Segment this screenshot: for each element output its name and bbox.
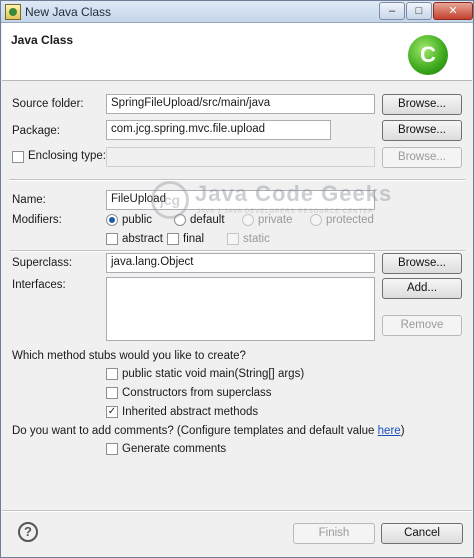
static-checkbox-label: static (243, 233, 270, 245)
final-checkbox[interactable] (167, 233, 179, 245)
enclosing-type-checkbox[interactable] (12, 151, 24, 163)
constructors-label: Constructors from superclass (122, 387, 272, 399)
modifiers-label: Modifiers: (12, 214, 62, 226)
close-button[interactable]: ✕ (433, 2, 473, 20)
maximize-button[interactable]: □ (406, 2, 432, 20)
interfaces-list[interactable] (106, 277, 375, 341)
main-method-label: public static void main(String[] args) (122, 368, 305, 380)
watermark-logo: jcg (151, 181, 189, 219)
add-interface-button[interactable]: Add... (382, 278, 462, 299)
watermark-text: Java Code Geeks (195, 181, 393, 206)
comments-question: Do you want to add comments? (Configure … (12, 425, 405, 437)
public-radio[interactable] (106, 214, 118, 226)
abstract-checkbox[interactable] (106, 233, 118, 245)
watermark: jcg Java Code Geeks JAVA 2 JAVA DEVELOPE… (151, 181, 391, 223)
footer-separator (2, 510, 472, 512)
superclass-input[interactable]: java.lang.Object (106, 253, 375, 273)
title-bar: New Java Class – □ ✕ (1, 1, 473, 23)
finish-button: Finish (293, 523, 375, 544)
window-title: New Java Class (25, 5, 112, 19)
inherited-methods-checkbox[interactable]: ✓ (106, 406, 118, 418)
package-label: Package: (12, 125, 60, 137)
main-method-checkbox[interactable] (106, 368, 118, 380)
source-folder-input[interactable]: SpringFileUpload/src/main/java (106, 94, 375, 114)
banner-title: Java Class (11, 33, 74, 47)
cancel-button[interactable]: Cancel (381, 523, 463, 544)
abstract-checkbox-label: abstract (122, 233, 163, 245)
constructors-checkbox[interactable] (106, 387, 118, 399)
package-browse-button[interactable]: Browse... (382, 120, 462, 141)
java-class-logo-icon: C (408, 35, 448, 75)
separator (9, 250, 465, 252)
watermark-subtext: JAVA 2 JAVA DEVELOPERS RESOURCE CENTER (197, 209, 374, 215)
superclass-label: Superclass: (12, 257, 73, 269)
dialog-icon (5, 4, 21, 20)
help-icon[interactable]: ? (18, 522, 38, 542)
remove-interface-button: Remove (382, 315, 462, 336)
enclosing-type-label: Enclosing type: (28, 150, 106, 162)
name-label: Name: (12, 194, 46, 206)
method-stubs-question: Which method stubs would you like to cre… (12, 350, 246, 362)
generate-comments-checkbox[interactable] (106, 443, 118, 455)
superclass-browse-button[interactable]: Browse... (382, 253, 462, 274)
source-folder-label: Source folder: (12, 98, 84, 110)
public-radio-label: public (122, 214, 153, 226)
static-checkbox (227, 233, 239, 245)
package-input[interactable]: com.jcg.spring.mvc.file.upload (106, 120, 331, 140)
final-checkbox-label: final (183, 233, 205, 245)
inherited-methods-label: Inherited abstract methods (122, 406, 259, 418)
comments-question-text: Do you want to add comments? (Configure … (12, 425, 378, 437)
enclosing-type-input (106, 147, 375, 167)
configure-templates-link[interactable]: here (378, 425, 401, 437)
interfaces-label: Interfaces: (12, 279, 66, 291)
new-java-class-dialog: New Java Class – □ ✕ Java Class C Source… (0, 0, 474, 558)
minimize-button[interactable]: – (379, 2, 405, 20)
source-folder-browse-button[interactable]: Browse... (382, 94, 462, 115)
generate-comments-label: Generate comments (122, 443, 227, 455)
wizard-banner: Java Class C (2, 23, 472, 81)
enclosing-type-browse-button: Browse... (382, 147, 462, 168)
comments-question-suffix: ) (400, 425, 405, 437)
